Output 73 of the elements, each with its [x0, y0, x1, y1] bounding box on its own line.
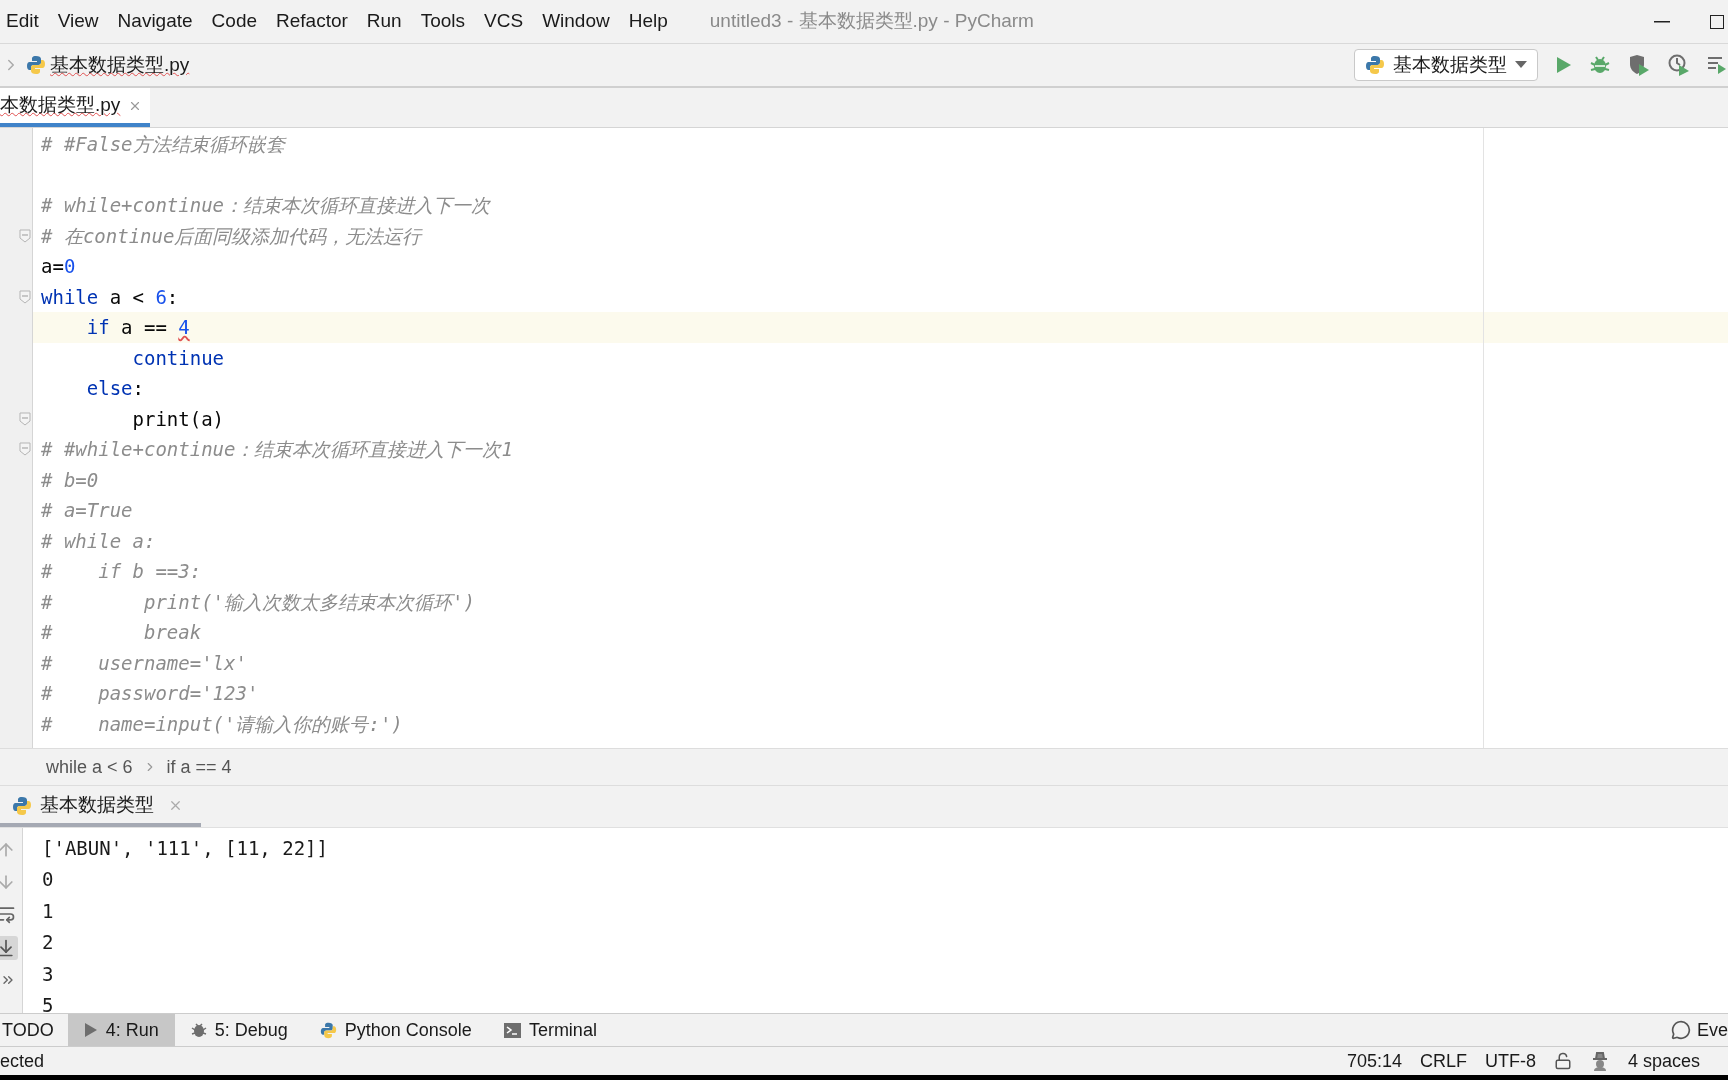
tool-window-button[interactable]: 4: Run	[67, 1014, 175, 1046]
code-comment: # break	[41, 620, 202, 645]
console-output: 0	[42, 867, 54, 892]
terminal-icon	[503, 1022, 521, 1038]
code-comment: # b=0	[41, 467, 99, 493]
fold-marker-icon[interactable]	[19, 411, 31, 426]
menu-item[interactable]: View	[57, 7, 99, 36]
python-icon	[26, 55, 46, 75]
code-line: while a < 6:	[41, 284, 179, 310]
bug-icon	[190, 1022, 207, 1038]
code-line: a=0	[41, 254, 76, 279]
python-icon	[1365, 55, 1385, 75]
menu-item[interactable]: VCS	[484, 7, 524, 36]
console-output: ['ABUN', '111', [11, 22]]	[42, 835, 328, 861]
code-line: if a == 4	[85, 315, 190, 340]
code-comment: # username='lx'	[41, 650, 247, 676]
tool-window-button[interactable]: 5: Debug	[174, 1014, 304, 1046]
console-output: 3	[42, 961, 54, 987]
code-comment: # #while+continue：结束本次循环直接进入下一次1	[41, 437, 513, 462]
menu-item[interactable]: Code	[211, 7, 257, 36]
tool-window-button[interactable]: Terminal	[487, 1014, 613, 1046]
indent-setting[interactable]: 4 spaces	[1627, 1047, 1700, 1075]
fold-marker-icon[interactable]	[19, 442, 31, 457]
wrap-icon[interactable]	[0, 904, 16, 924]
menu-item[interactable]: Edit	[6, 7, 39, 36]
file-breadcrumb[interactable]: 基本数据类型.py	[50, 50, 190, 80]
run-config-dropdown[interactable]: 基本数据类型	[1354, 49, 1538, 81]
code-comment: # while+continue：结束本次循环直接进入下一次	[41, 193, 491, 218]
breadcrumb-item[interactable]: if a == 4	[166, 753, 232, 781]
code-comment: # name=input('请输入你的账号:')	[41, 711, 403, 737]
run-list-icon[interactable]	[1708, 55, 1726, 75]
debug-icon[interactable]	[1590, 55, 1610, 75]
breadcrumb-item[interactable]: while a < 6	[46, 753, 133, 781]
python-icon	[12, 795, 32, 816]
code-comment: # #False方法结束循环嵌套	[41, 132, 285, 157]
menu-item[interactable]: Tools	[420, 7, 466, 36]
play-icon	[83, 1022, 98, 1038]
menu-item[interactable]: Navigate	[117, 7, 193, 36]
minimize-icon[interactable]	[1654, 20, 1670, 23]
profile-icon[interactable]	[1668, 54, 1690, 76]
menu-item[interactable]: Help	[628, 7, 668, 36]
console-output: 1	[42, 898, 54, 924]
code-line: print(a)	[131, 406, 225, 432]
event-log-icon[interactable]	[1670, 1020, 1691, 1040]
code-comment: # a=True	[41, 498, 133, 523]
coverage-icon[interactable]	[1628, 54, 1650, 76]
run-icon[interactable]	[1556, 56, 1572, 74]
line-separator[interactable]: CRLF	[1419, 1047, 1467, 1075]
console-output: 2	[42, 930, 54, 955]
status-message: ected	[0, 1049, 45, 1073]
code-comment: # if b ==3:	[41, 559, 202, 584]
menu-item[interactable]: Run	[366, 7, 402, 36]
code-comment: # print('输入次数太多结束本次循环')	[41, 589, 475, 615]
window-title: untitled3 - 基本数据类型.py - PyCharm	[709, 9, 1034, 34]
caret-icon	[1515, 61, 1527, 69]
scroll-end-icon[interactable]	[0, 938, 16, 958]
editor-tab[interactable]: 本数据类型.py	[0, 88, 151, 127]
code-comment: # password='123'	[41, 681, 259, 706]
code-comment: # while a:	[41, 528, 156, 554]
code-comment: # 在continue后面同级添加代码，无法运行	[41, 223, 422, 249]
unlock-icon[interactable]	[1553, 1052, 1572, 1070]
fold-marker-icon[interactable]	[19, 228, 31, 243]
code-line: continue	[131, 345, 225, 371]
code-line: else:	[85, 376, 144, 401]
tool-window-button[interactable]: Python Console	[303, 1014, 488, 1046]
file-encoding[interactable]: UTF-8	[1484, 1047, 1536, 1075]
fold-marker-icon[interactable]	[19, 289, 31, 304]
python-icon	[319, 1021, 337, 1039]
event-log-label[interactable]: Eve	[1696, 1016, 1728, 1044]
maximize-icon[interactable]	[1710, 14, 1724, 29]
cursor-position[interactable]: 705:14	[1346, 1047, 1402, 1075]
menu-item[interactable]: Window	[542, 7, 610, 36]
menu-item[interactable]: Refactor	[276, 7, 348, 36]
